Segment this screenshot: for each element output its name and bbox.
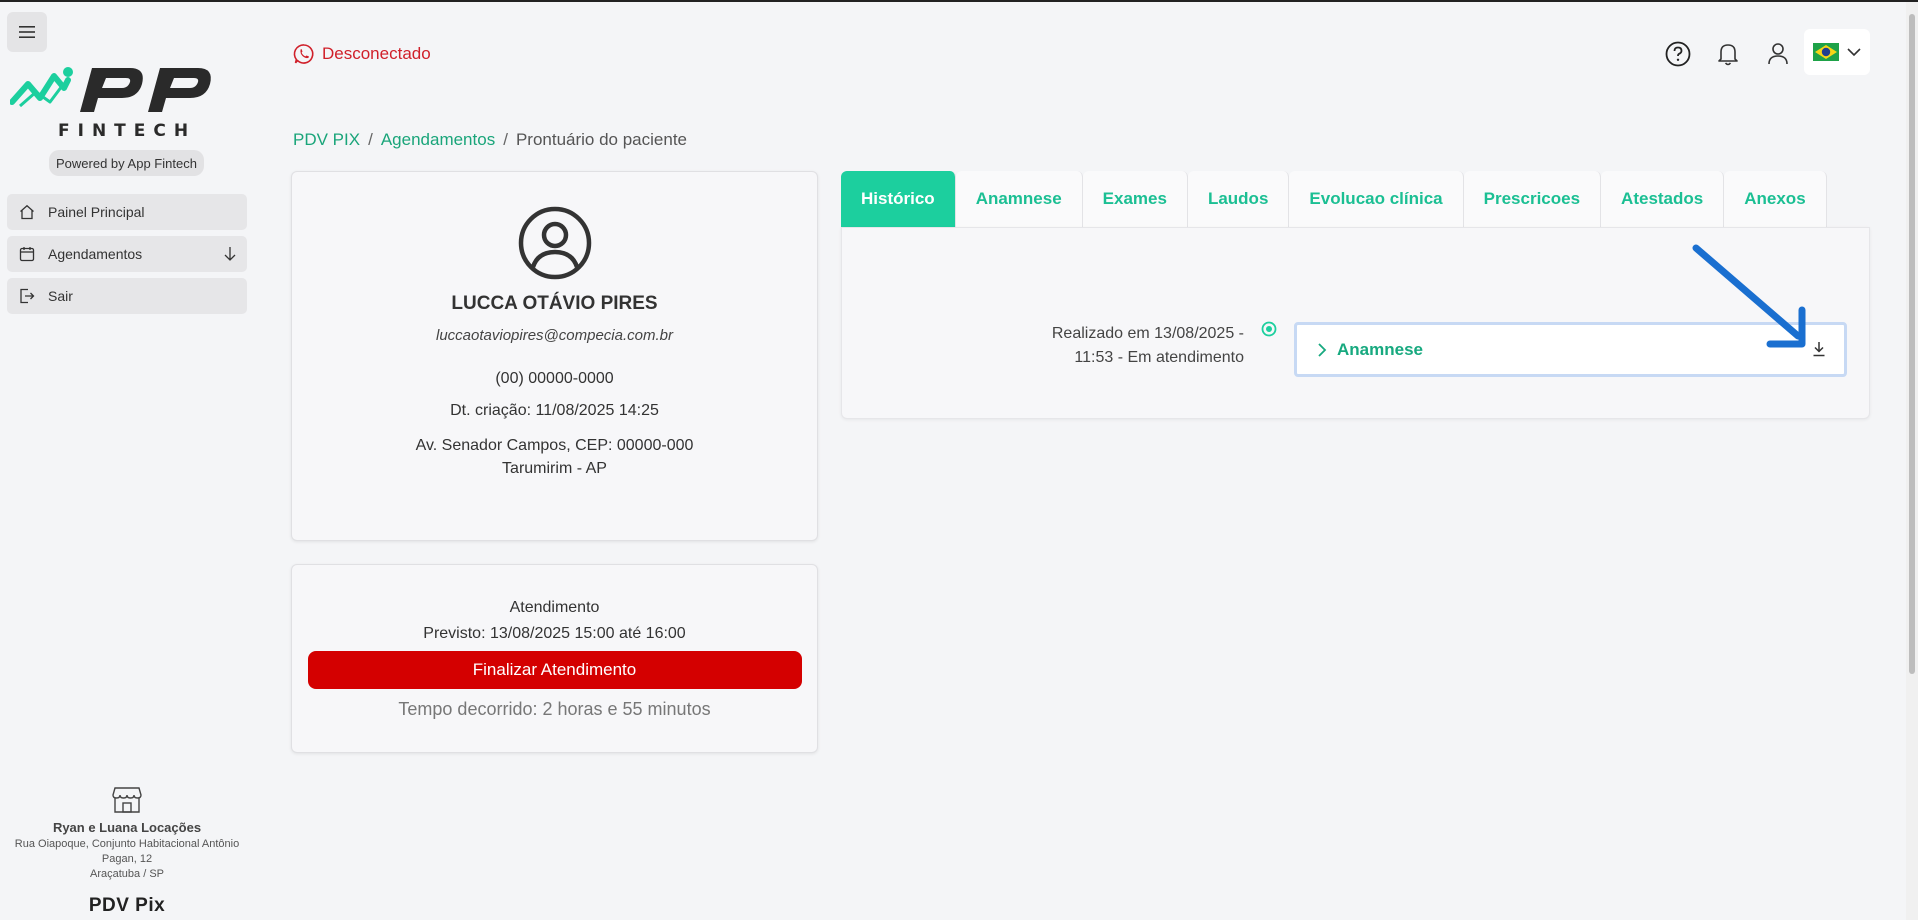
powered-by-badge: Powered by App Fintech — [49, 150, 204, 176]
record-tabs: Histórico Anamnese Exames Laudos Evoluca… — [841, 171, 1827, 227]
logout-icon — [19, 288, 35, 304]
brazil-flag-icon — [1813, 43, 1839, 61]
patient-card: LUCCA OTÁVIO PIRES luccaotaviopires@comp… — [291, 171, 818, 541]
chevron-down-icon — [1847, 48, 1861, 57]
sidebar-item-painel-principal[interactable]: Painel Principal — [7, 194, 247, 230]
tab-atestados[interactable]: Atestados — [1601, 171, 1725, 227]
patient-address-line2: Tarumirim - AP — [502, 460, 607, 477]
tab-historico[interactable]: Histórico — [841, 171, 956, 227]
window-top-border — [0, 0, 1918, 2]
patient-created-date: Dt. criação: 11/08/2025 14:25 — [450, 402, 659, 419]
appointment-scheduled: Previsto: 13/08/2025 15:00 até 16:00 — [423, 625, 686, 642]
company-address-line2: Pagan, 12 — [101, 853, 153, 865]
notifications-button[interactable] — [1714, 40, 1742, 68]
history-item-title: Anamnese — [1337, 339, 1423, 359]
breadcrumb-link-pdv-pix[interactable]: PDV PIX — [293, 130, 360, 150]
patient-address-line1: Av. Senador Campos, CEP: 00000-000 — [415, 437, 694, 454]
company-info: Ryan e Luana Locações Rua Oiapoque, Conj… — [0, 786, 254, 882]
language-selector[interactable] — [1804, 29, 1870, 75]
arrow-down-icon — [223, 246, 237, 265]
chevron-right-icon — [1317, 342, 1327, 357]
breadcrumb-current: Prontuário do paciente — [515, 130, 687, 149]
tab-anamnese[interactable]: Anamnese — [955, 171, 1083, 227]
sidebar: FINTECH Powered by App Fintech Painel Pr… — [0, 2, 258, 920]
tab-prescricoes[interactable]: Prescricoes — [1463, 171, 1602, 227]
elapsed-time: Tempo decorrido: 2 horas e 55 minutos — [398, 699, 711, 719]
page-scrollbar[interactable] — [1906, 2, 1918, 920]
home-icon — [19, 204, 35, 220]
connection-status-text: Desconectado — [322, 44, 431, 63]
avatar-icon — [518, 206, 591, 280]
tab-laudos[interactable]: Laudos — [1187, 171, 1290, 227]
company-city: Araçatuba / SP — [90, 868, 164, 880]
user-profile-button[interactable] — [1764, 40, 1792, 68]
annotation-arrow — [1692, 244, 1806, 348]
help-icon — [1665, 41, 1691, 67]
company-name: Ryan e Luana Locações — [52, 820, 202, 835]
tab-anexos[interactable]: Anexos — [1724, 171, 1827, 227]
history-entry-label: Realizado em 13/08/2025 - 11:53 - Em ate… — [1010, 322, 1244, 370]
menu-toggle-button[interactable] — [7, 12, 47, 52]
sidebar-item-label: Agendamentos — [48, 246, 143, 262]
product-name: PDV Pix — [88, 895, 166, 916]
breadcrumb-separator: / — [503, 130, 508, 149]
svg-text:FINTECH: FINTECH — [58, 121, 196, 138]
history-date-line: Realizado em 13/08/2025 - — [1051, 325, 1244, 342]
scrollbar-thumb[interactable] — [1909, 14, 1915, 674]
breadcrumb-link-agendamentos[interactable]: Agendamentos — [381, 130, 495, 150]
bell-icon — [1718, 44, 1738, 66]
breadcrumb-separator: / — [368, 130, 373, 149]
whatsapp-icon — [293, 44, 314, 64]
patient-address: Av. Senador Campos, CEP: 00000-000 Tarum… — [292, 434, 817, 480]
patient-phone: (00) 00000-0000 — [495, 370, 614, 387]
history-status-line: 11:53 - Em atendimento — [1074, 349, 1244, 366]
help-button[interactable] — [1664, 40, 1692, 68]
timeline-dot-icon — [1261, 321, 1277, 337]
store-icon — [112, 787, 142, 813]
tab-evolucao-clinica[interactable]: Evolucao clínica — [1289, 171, 1464, 227]
whatsapp-status[interactable]: Desconectado — [293, 43, 431, 65]
patient-email: luccaotaviopires@compecia.com.br — [436, 327, 673, 344]
finish-appointment-button[interactable]: Finalizar Atendimento — [307, 651, 802, 689]
appointment-title: Atendimento — [509, 599, 600, 616]
sidebar-item-sair[interactable]: Sair — [7, 278, 247, 314]
app-logo: FINTECH — [9, 62, 244, 141]
appointment-card: Atendimento Previsto: 13/08/2025 15:00 a… — [291, 564, 818, 753]
patient-name: LUCCA OTÁVIO PIRES — [451, 293, 658, 314]
tab-exames[interactable]: Exames — [1082, 171, 1188, 227]
company-address-line1: Rua Oiapoque, Conjunto Habitacional Antô… — [14, 838, 240, 850]
sidebar-item-agendamentos[interactable]: Agendamentos — [7, 236, 247, 272]
user-icon — [1768, 43, 1788, 65]
breadcrumb: PDV PIX / Agendamentos / Prontuário do p… — [293, 130, 687, 150]
sidebar-item-label: Painel Principal — [48, 204, 145, 220]
sidebar-item-label: Sair — [48, 288, 73, 304]
calendar-icon — [19, 246, 35, 262]
hamburger-icon — [19, 26, 35, 38]
